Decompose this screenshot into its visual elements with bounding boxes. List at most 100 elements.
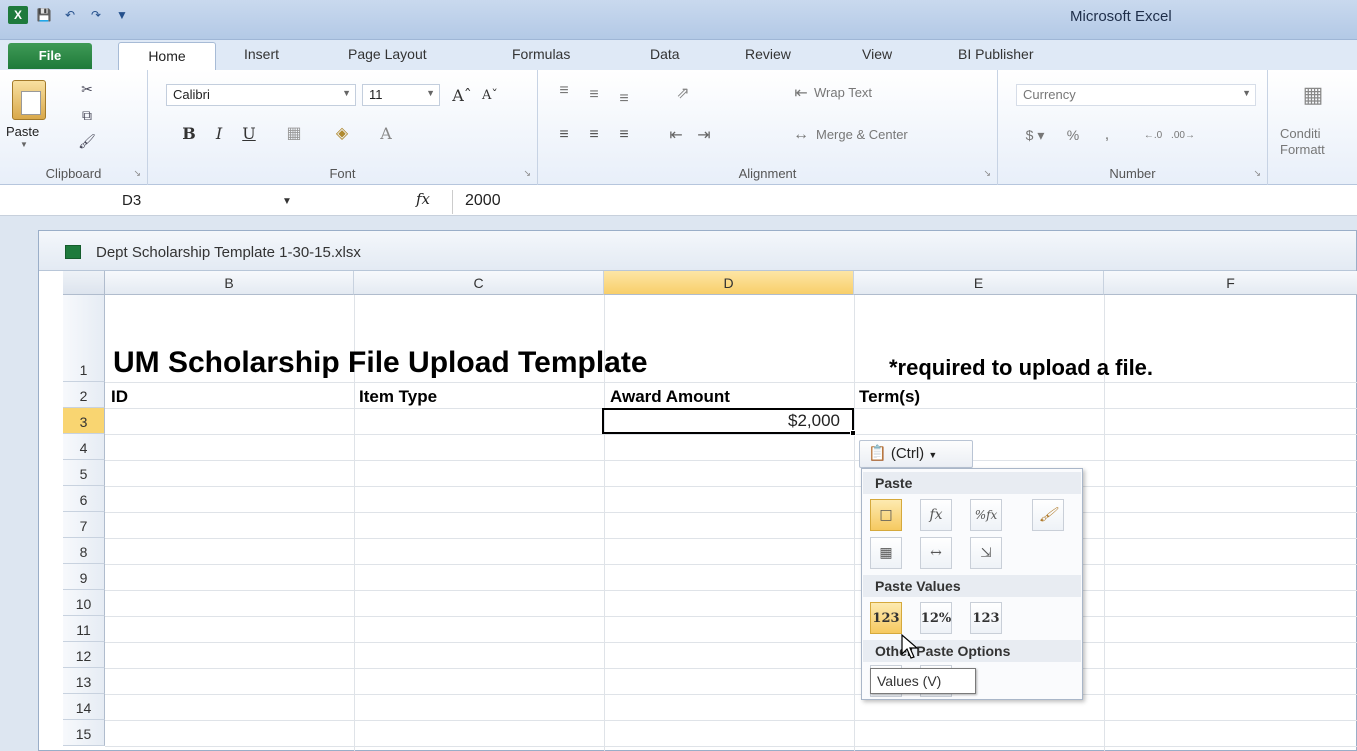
row-header[interactable]: 9 <box>63 564 105 590</box>
sheet-title[interactable]: UM Scholarship File Upload Template <box>113 346 648 380</box>
bold-icon[interactable]: B <box>178 122 200 144</box>
undo-icon[interactable]: ↶ <box>60 6 80 24</box>
row-header[interactable]: 11 <box>63 616 105 642</box>
paste-icon[interactable] <box>12 80 46 120</box>
align-bottom-icon[interactable]: ≡ <box>612 88 636 110</box>
row-header[interactable]: 1 <box>63 295 105 382</box>
copy-icon[interactable]: ⧉ <box>74 104 100 126</box>
values-number-formatting-icon[interactable]: 12% <box>920 602 952 634</box>
row-header[interactable]: 5 <box>63 460 105 486</box>
increase-decimal-icon[interactable]: ←.0 <box>1142 124 1164 146</box>
number-launcher-icon[interactable]: ↘ <box>1253 168 1261 179</box>
paste-formulas-number-formatting-icon[interactable]: %fx <box>970 499 1002 531</box>
keep-column-widths-icon[interactable]: ↔ <box>920 537 952 569</box>
redo-icon[interactable]: ↷ <box>86 6 106 24</box>
customize-qat-icon[interactable]: ▼ <box>112 6 132 24</box>
increase-indent-icon[interactable]: ⇥ <box>692 124 716 146</box>
paste-dropdown-icon[interactable]: ▼ <box>20 140 28 149</box>
row-header[interactable]: 7 <box>63 512 105 538</box>
row-header[interactable]: 3 <box>63 408 105 434</box>
chevron-down-icon[interactable]: ▼ <box>282 190 292 214</box>
italic-icon[interactable]: I <box>208 122 230 144</box>
tab-insert[interactable]: Insert <box>244 46 279 62</box>
merge-center-button[interactable]: Merge & Center <box>816 127 908 142</box>
font-name-combo[interactable]: Calibri ▼ <box>166 84 356 106</box>
save-icon[interactable]: 💾 <box>34 6 54 24</box>
conditional-formatting-label-1[interactable]: Conditi <box>1280 126 1320 141</box>
row-header[interactable]: 12 <box>63 642 105 668</box>
tab-view[interactable]: View <box>862 46 892 62</box>
alignment-launcher-icon[interactable]: ↘ <box>983 168 991 179</box>
decrease-indent-icon[interactable]: ⇤ <box>664 124 688 146</box>
tab-review[interactable]: Review <box>745 46 791 62</box>
percent-icon[interactable]: % <box>1062 124 1084 146</box>
select-all-corner[interactable] <box>63 271 105 295</box>
row-header[interactable]: 14 <box>63 694 105 720</box>
format-painter-icon[interactable]: 🖌 <box>74 130 100 152</box>
number-format-combo[interactable]: Currency ▼ <box>1016 84 1256 106</box>
column-header-d[interactable]: D <box>604 271 854 295</box>
selected-cell-d3[interactable]: $2,000 <box>602 408 854 434</box>
fill-color-icon[interactable]: ◈ <box>328 122 356 144</box>
conditional-formatting-icon[interactable]: ▦ <box>1298 80 1328 110</box>
tab-bi-publisher[interactable]: BI Publisher <box>958 46 1033 62</box>
clipboard-launcher-icon[interactable]: ↘ <box>133 168 141 179</box>
paste-button-label[interactable]: Paste <box>6 124 39 139</box>
align-left-icon[interactable]: ≡ <box>552 124 576 146</box>
conditional-formatting-label-2[interactable]: Formatt <box>1280 142 1325 157</box>
chevron-down-icon[interactable]: ▼ <box>342 88 351 98</box>
column-header-f[interactable]: F <box>1104 271 1357 295</box>
insert-function-icon[interactable]: fx <box>416 190 430 208</box>
chevron-down-icon[interactable]: ▼ <box>1242 88 1251 98</box>
name-box[interactable]: D3 ▼ <box>10 189 310 213</box>
row-header[interactable]: 6 <box>63 486 105 512</box>
column-header-c[interactable]: C <box>354 271 604 295</box>
chevron-down-icon[interactable]: ▼ <box>426 88 435 98</box>
tab-file[interactable]: File <box>8 43 92 69</box>
row-header[interactable]: 15 <box>63 720 105 746</box>
shrink-font-icon[interactable]: Aˇ <box>478 84 502 106</box>
column-header-b[interactable]: B <box>105 271 354 295</box>
paste-icon[interactable]: □ <box>870 499 902 531</box>
required-note[interactable]: *required to upload a file. <box>889 355 1153 381</box>
header-award-amount[interactable]: Award Amount <box>610 387 730 407</box>
header-item-type[interactable]: Item Type <box>359 387 437 407</box>
decrease-decimal-icon[interactable]: .00→ <box>1171 124 1195 146</box>
orientation-icon[interactable]: ⇗ <box>666 82 700 104</box>
formula-input[interactable]: 2000 <box>452 190 501 214</box>
borders-icon[interactable]: ▦ <box>280 122 308 144</box>
tab-page-layout[interactable]: Page Layout <box>348 46 427 62</box>
transpose-icon[interactable]: ⇲ <box>970 537 1002 569</box>
grow-font-icon[interactable]: Aˆ <box>450 84 474 106</box>
values-source-formatting-icon[interactable]: 123 <box>970 602 1002 634</box>
align-top-icon[interactable]: ≡ <box>552 80 576 102</box>
wrap-text-icon[interactable]: ⇤ <box>790 82 812 104</box>
font-size-combo[interactable]: 11 ▼ <box>362 84 440 106</box>
header-id[interactable]: ID <box>111 387 128 407</box>
paste-values-icon[interactable]: 123 <box>870 602 902 634</box>
align-middle-icon[interactable]: ≡ <box>582 84 606 106</box>
underline-icon[interactable]: U <box>238 122 260 144</box>
row-header[interactable]: 4 <box>63 434 105 460</box>
row-header[interactable]: 2 <box>63 382 105 408</box>
keep-source-formatting-icon[interactable]: 🖌 <box>1032 499 1064 531</box>
cut-icon[interactable]: ✂ <box>74 78 100 100</box>
merge-center-icon[interactable]: ↔ <box>790 124 812 146</box>
excel-logo-icon[interactable]: X <box>8 6 28 24</box>
font-color-icon[interactable]: A <box>372 122 400 144</box>
currency-icon[interactable]: $ ▾ <box>1018 124 1052 146</box>
header-terms[interactable]: Term(s) <box>859 387 920 407</box>
font-launcher-icon[interactable]: ↘ <box>523 168 531 179</box>
tab-data[interactable]: Data <box>650 46 680 62</box>
comma-icon[interactable]: , <box>1098 124 1116 146</box>
row-header[interactable]: 8 <box>63 538 105 564</box>
fill-handle[interactable] <box>850 430 856 436</box>
wrap-text-button[interactable]: Wrap Text <box>814 85 872 100</box>
align-right-icon[interactable]: ≡ <box>612 124 636 146</box>
row-header[interactable]: 13 <box>63 668 105 694</box>
paste-options-button[interactable]: 📋 (Ctrl) ▼ <box>859 440 973 468</box>
tab-home[interactable]: Home <box>118 42 216 71</box>
no-borders-icon[interactable]: ▦ <box>870 537 902 569</box>
tab-formulas[interactable]: Formulas <box>512 46 570 62</box>
align-center-icon[interactable]: ≡ <box>582 124 606 146</box>
